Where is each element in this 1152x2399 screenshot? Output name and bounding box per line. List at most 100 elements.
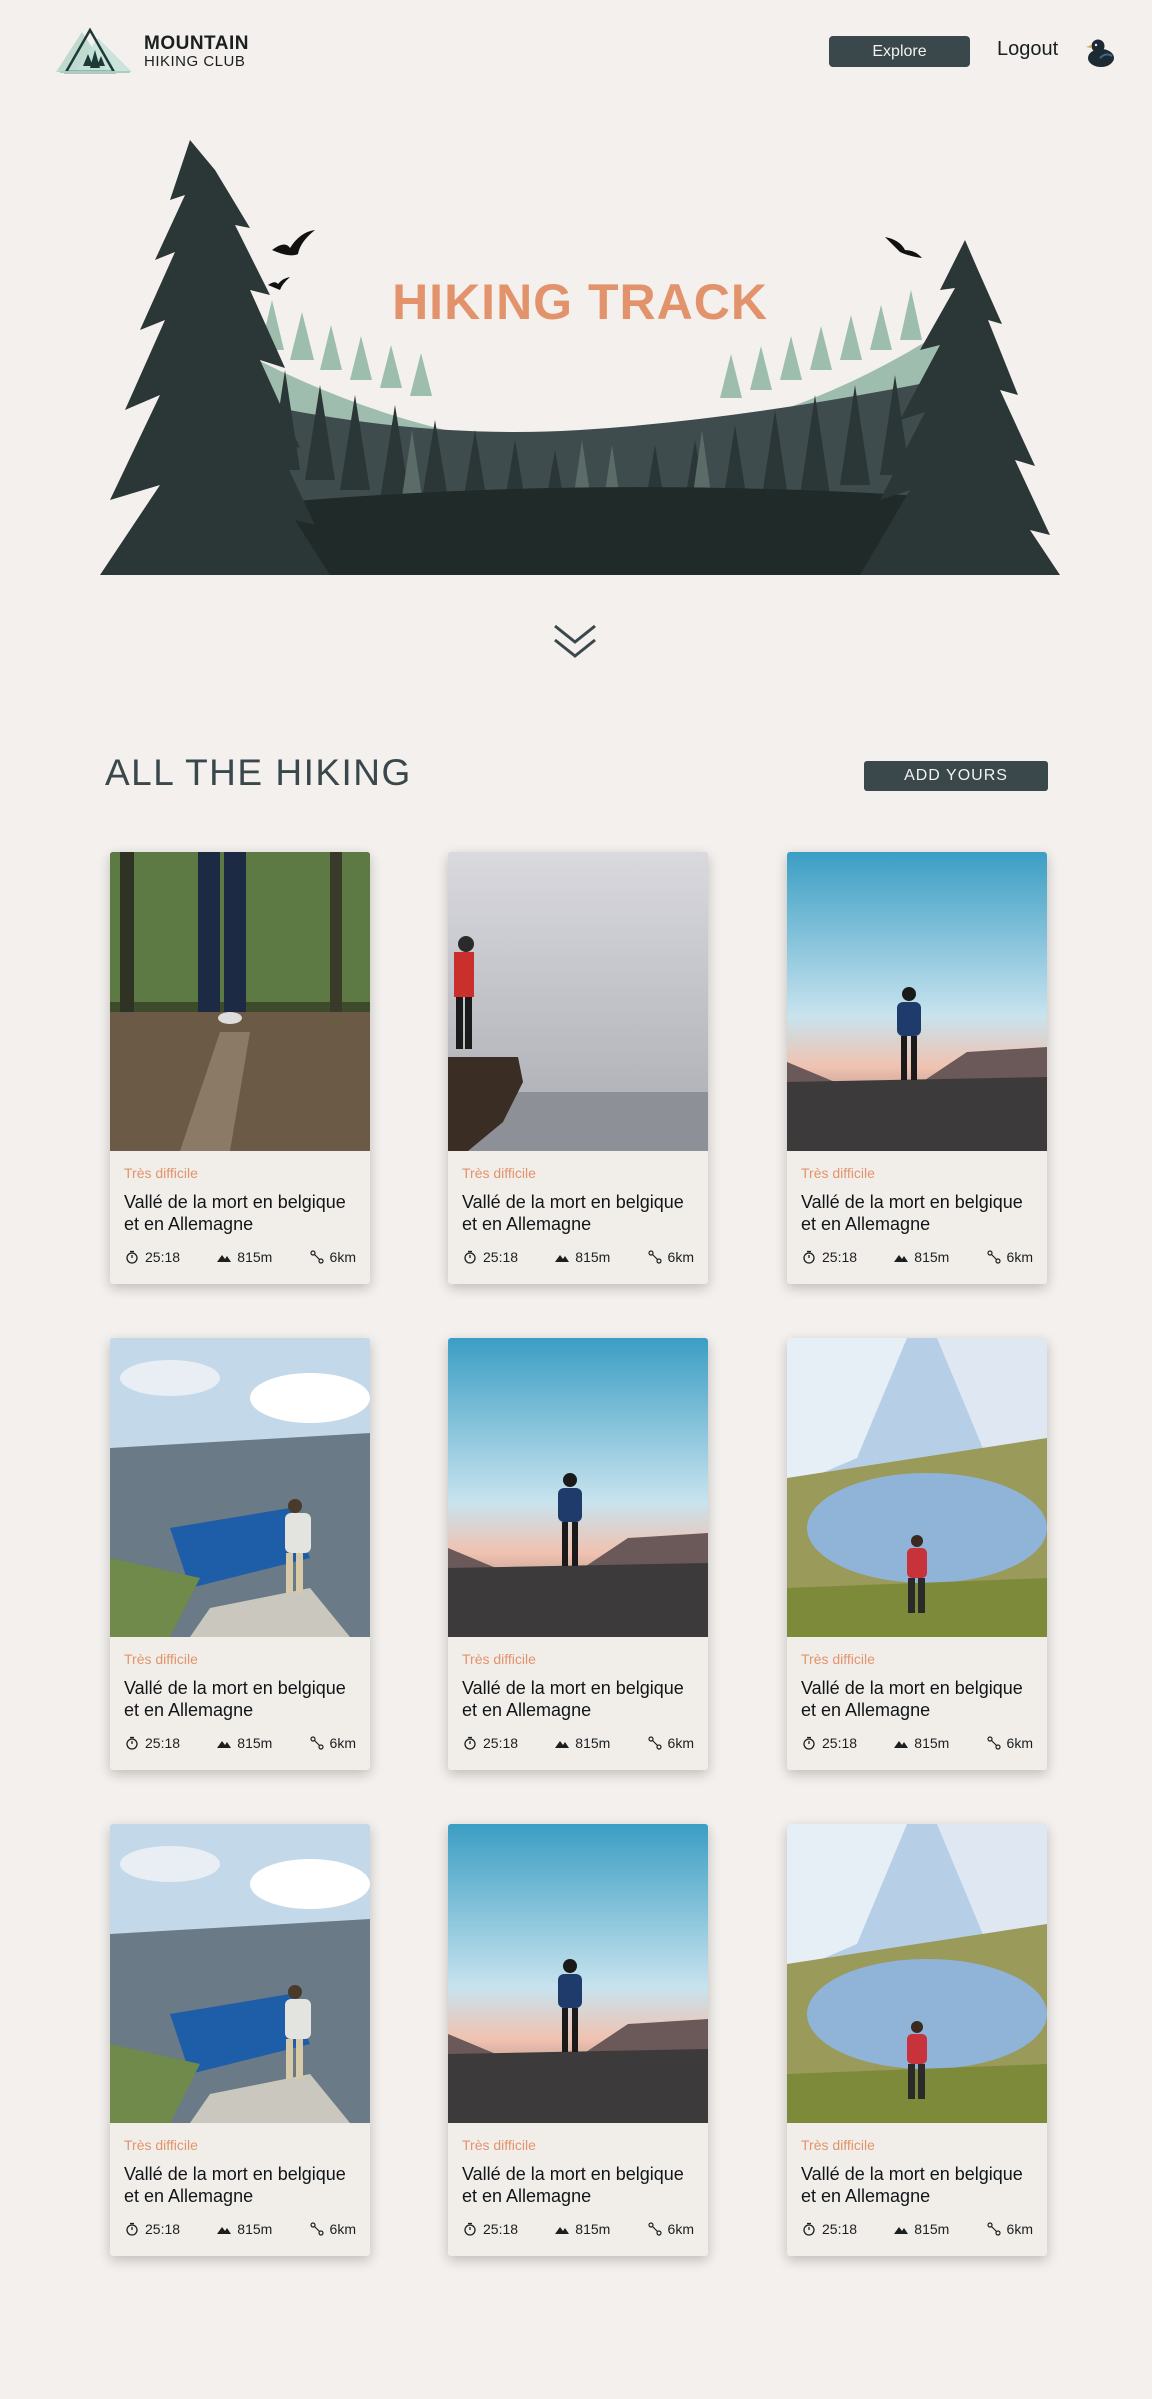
site-header: MOUNTAIN HIKING CLUB Explore Logout bbox=[0, 0, 1152, 105]
mountain-icon bbox=[216, 2221, 232, 2237]
distance-value: 6km bbox=[1006, 1249, 1033, 1265]
hike-card[interactable]: Très difficile Vallé de la mort en belgi… bbox=[787, 1824, 1047, 2256]
distance-stat: 6km bbox=[647, 1249, 694, 1265]
route-icon bbox=[647, 1735, 663, 1751]
duration-value: 25:18 bbox=[483, 1735, 519, 1751]
distance-stat: 6km bbox=[309, 1735, 356, 1751]
stopwatch-icon bbox=[801, 2221, 817, 2237]
hero-title: HIKING TRACK bbox=[392, 274, 768, 330]
distance-value: 6km bbox=[1006, 2221, 1033, 2237]
hike-card[interactable]: Très difficile Vallé de la mort en belgi… bbox=[110, 1824, 370, 2256]
duration-value: 25:18 bbox=[145, 1735, 181, 1751]
elevation-stat: 815m bbox=[893, 2221, 949, 2237]
stopwatch-icon bbox=[801, 1249, 817, 1265]
distance-value: 6km bbox=[667, 1735, 694, 1751]
difficulty-label: Très difficile bbox=[462, 2137, 536, 2153]
hike-card[interactable]: Très difficile Vallé de la mort en belgi… bbox=[110, 1338, 370, 1770]
hike-card[interactable]: Très difficile Vallé de la mort en belgi… bbox=[110, 852, 370, 1284]
duration-value: 25:18 bbox=[822, 2221, 858, 2237]
hike-title: Vallé de la mort en belgique et en Allem… bbox=[462, 1678, 684, 1720]
logo-subtitle: HIKING CLUB bbox=[144, 53, 246, 71]
forest-log-photo bbox=[110, 852, 370, 1151]
elevation-stat: 815m bbox=[554, 2221, 610, 2237]
sunset-ridge-photo bbox=[787, 852, 1047, 1151]
duration-stat: 25:18 bbox=[462, 1249, 518, 1265]
duration-value: 25:18 bbox=[483, 1249, 519, 1265]
elevation-value: 815m bbox=[914, 1249, 950, 1265]
route-icon bbox=[986, 2221, 1002, 2237]
add-yours-button[interactable]: ADD YOURS bbox=[864, 761, 1048, 791]
stopwatch-icon bbox=[462, 1249, 478, 1265]
scroll-down-chevron-icon[interactable] bbox=[551, 622, 599, 662]
duration-value: 25:18 bbox=[145, 1249, 181, 1265]
duration-stat: 25:18 bbox=[801, 1735, 857, 1751]
mountain-icon bbox=[554, 1735, 570, 1751]
distance-stat: 6km bbox=[647, 1735, 694, 1751]
elevation-value: 815m bbox=[914, 2221, 950, 2237]
hike-title: Vallé de la mort en belgique et en Allem… bbox=[124, 2164, 346, 2206]
route-icon bbox=[309, 1735, 325, 1751]
sunset-ridge-photo bbox=[448, 1824, 708, 2123]
duration-stat: 25:18 bbox=[462, 2221, 518, 2237]
duck-avatar-icon bbox=[1086, 39, 1114, 67]
hike-title: Vallé de la mort en belgique et en Allem… bbox=[124, 1678, 346, 1720]
explore-button[interactable]: Explore bbox=[829, 36, 970, 67]
forest-illustration bbox=[100, 140, 1060, 575]
duration-value: 25:18 bbox=[822, 1249, 858, 1265]
avatar[interactable] bbox=[1084, 36, 1116, 68]
alpine-lake-photo bbox=[787, 1338, 1047, 1637]
stopwatch-icon bbox=[124, 1735, 140, 1751]
hike-card[interactable]: Très difficile Vallé de la mort en belgi… bbox=[448, 852, 708, 1284]
difficulty-label: Très difficile bbox=[124, 1651, 198, 1667]
mountain-logo-icon bbox=[56, 27, 132, 74]
duration-stat: 25:18 bbox=[462, 1735, 518, 1751]
hike-card[interactable]: Très difficile Vallé de la mort en belgi… bbox=[787, 852, 1047, 1284]
elevation-stat: 815m bbox=[554, 1249, 610, 1265]
hike-stats: 25:18 815m 6km bbox=[124, 1735, 356, 1751]
stopwatch-icon bbox=[462, 2221, 478, 2237]
logout-link[interactable]: Logout bbox=[997, 38, 1058, 61]
elevation-value: 815m bbox=[575, 1249, 611, 1265]
elevation-stat: 815m bbox=[893, 1249, 949, 1265]
hike-title: Vallé de la mort en belgique et en Allem… bbox=[801, 1192, 1023, 1234]
misty-cliff-photo bbox=[448, 852, 708, 1151]
difficulty-label: Très difficile bbox=[462, 1651, 536, 1667]
site-logo[interactable]: MOUNTAIN HIKING CLUB bbox=[52, 26, 249, 78]
distance-stat: 6km bbox=[647, 2221, 694, 2237]
hike-stats: 25:18 815m 6km bbox=[801, 1249, 1033, 1265]
difficulty-label: Très difficile bbox=[124, 1165, 198, 1181]
hero-banner: HIKING TRACK bbox=[100, 140, 1060, 575]
fjord-photo bbox=[110, 1338, 370, 1637]
hike-card[interactable]: Très difficile Vallé de la mort en belgi… bbox=[448, 1338, 708, 1770]
hike-stats: 25:18 815m 6km bbox=[462, 2221, 694, 2237]
distance-stat: 6km bbox=[309, 1249, 356, 1265]
mountain-icon bbox=[554, 1249, 570, 1265]
hike-stats: 25:18 815m 6km bbox=[124, 2221, 356, 2237]
distance-value: 6km bbox=[1006, 1735, 1033, 1751]
route-icon bbox=[986, 1249, 1002, 1265]
difficulty-label: Très difficile bbox=[801, 1165, 875, 1181]
distance-stat: 6km bbox=[986, 1249, 1033, 1265]
difficulty-label: Très difficile bbox=[801, 1651, 875, 1667]
elevation-value: 815m bbox=[575, 1735, 611, 1751]
mountain-icon bbox=[554, 2221, 570, 2237]
hike-stats: 25:18 815m 6km bbox=[801, 1735, 1033, 1751]
distance-value: 6km bbox=[329, 1249, 356, 1265]
hike-card[interactable]: Très difficile Vallé de la mort en belgi… bbox=[448, 1824, 708, 2256]
duration-stat: 25:18 bbox=[801, 1249, 857, 1265]
stopwatch-icon bbox=[124, 1249, 140, 1265]
hike-stats: 25:18 815m 6km bbox=[462, 1735, 694, 1751]
difficulty-label: Très difficile bbox=[124, 2137, 198, 2153]
elevation-stat: 815m bbox=[216, 1735, 272, 1751]
distance-stat: 6km bbox=[986, 1735, 1033, 1751]
distance-value: 6km bbox=[329, 2221, 356, 2237]
distance-value: 6km bbox=[667, 1249, 694, 1265]
difficulty-label: Très difficile bbox=[801, 2137, 875, 2153]
route-icon bbox=[309, 2221, 325, 2237]
elevation-value: 815m bbox=[575, 2221, 611, 2237]
section-title: ALL THE HIKING bbox=[105, 752, 412, 793]
hike-stats: 25:18 815m 6km bbox=[124, 1249, 356, 1265]
mountain-icon bbox=[893, 1735, 909, 1751]
hike-card[interactable]: Très difficile Vallé de la mort en belgi… bbox=[787, 1338, 1047, 1770]
hike-title: Vallé de la mort en belgique et en Allem… bbox=[462, 1192, 684, 1234]
